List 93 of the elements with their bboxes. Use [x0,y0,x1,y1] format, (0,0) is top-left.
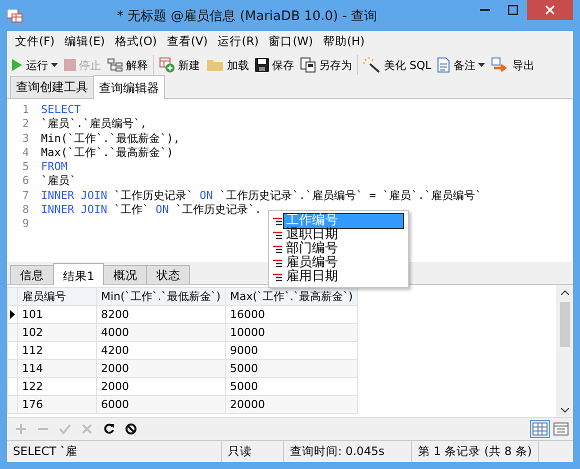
table-cell: 114 [18,360,96,378]
status-text: 第 1 条记录 (共 8 条) [412,441,539,462]
export-icon [491,57,510,73]
sql-keyword: ON [200,188,213,204]
no-entry-icon[interactable] [125,423,137,435]
scroll-down-icon[interactable] [560,408,568,412]
minimize-icon [480,9,490,11]
scrollbar[interactable] [556,285,573,417]
field-icon [273,244,282,254]
line-number: 7 [21,188,29,204]
table-cell: 5000 [226,360,358,378]
refresh-icon[interactable] [103,423,115,435]
toolbar-button[interactable]: 解释 [105,56,150,74]
sql-text: `雇员`.`雇员编号`, [41,117,147,132]
maximize-icon [508,5,518,15]
menu-item[interactable]: 运行(R) [214,34,263,52]
magic-wand-icon [363,57,381,73]
result-tab[interactable]: 信息 [10,265,54,284]
editor-tab[interactable]: 查询创建工具 [10,76,94,98]
form-view-button[interactable] [551,420,571,438]
menu-item[interactable]: 窗口(W) [264,34,318,52]
sql-text: Max(`工作`.`最高薪金`) [41,146,174,160]
menu-item[interactable]: 查看(V) [162,34,212,52]
field-icon [273,258,282,268]
result-tab[interactable]: 结果1 [53,263,104,285]
scrollbar-thumb[interactable] [560,302,570,347]
sql-keyword: FROM [41,160,68,174]
line-number: 6 [21,174,29,189]
table-cell: 2000 [96,360,226,378]
table-cell: 4000 [96,324,226,342]
sql-keyword: INNER JOIN [41,188,108,204]
scroll-up-icon[interactable] [560,290,568,294]
save-icon [255,58,269,72]
toolbar-button[interactable]: 加载 [204,56,251,74]
sql-keyword: ON [156,203,169,218]
result-tab[interactable]: 概况 [103,265,148,284]
table-cell: 10000 [226,324,358,342]
status-text: 只读 [222,441,284,462]
sql-text: `工作` [114,203,150,218]
sql-text: `雇员` [41,174,76,189]
status-text: 查询时间: 0.045s [284,441,412,462]
line-number: 9 [21,217,29,232]
menu-item[interactable]: 文件(F) [11,34,59,52]
editor-tab[interactable]: 查询编辑器 [93,75,165,99]
toolbar-button[interactable]: 新建 [157,55,202,75]
caret-icon[interactable] [51,63,58,67]
table-cell: 20000 [226,396,358,414]
folder-icon [206,58,224,72]
line-number: 1 [21,103,29,118]
new-table-icon [159,57,175,73]
table-cell: 176 [18,396,96,414]
column-header[interactable]: Max(`工作`.`最高薪金`) [226,288,358,306]
tree-icon [107,58,123,72]
field-icon [273,216,282,226]
document-icon [437,57,450,73]
window-title: * 无标题 @雇员信息 (MariaDB 10.0) - 查询 [116,8,378,24]
table-cell: 102 [18,324,96,342]
save-as-icon [300,57,316,73]
close-button[interactable] [527,0,573,20]
line-number: 4 [21,146,29,160]
menu-item[interactable]: 格式(O) [110,34,161,52]
field-icon [273,272,282,282]
toolbar-button[interactable]: 另存为 [298,55,354,75]
toolbar-button[interactable]: 运行 [9,56,60,74]
sql-keyword: SELECT [41,103,81,118]
sql-text: `工作历史记录`.`雇员编号` = `雇员`.`雇员编号` [220,188,482,204]
sql-keyword: INNER JOIN [41,203,108,218]
sql-text: `工作历史记录` [114,188,194,204]
line-number: 3 [21,132,29,146]
line-number: 8 [21,203,29,218]
caret-icon[interactable] [478,63,486,67]
stop-icon [64,59,76,71]
result-tab[interactable]: 状态 [146,265,190,284]
grid-view-button[interactable] [530,420,550,438]
toolbar-button[interactable]: 备注 [435,55,488,75]
toolbar-button[interactable]: 美化 SQL [361,55,434,75]
close-icon [545,5,555,15]
menu-item[interactable]: 编辑(E) [60,34,109,52]
autocomplete-item[interactable]: 雇用日期 [283,269,404,285]
column-header[interactable]: Min(`工作`.`最低薪金`) [96,288,226,306]
column-header[interactable]: 雇员编号 [18,288,96,306]
line-number: 2 [21,117,29,132]
toolbar-button[interactable]: 保存 [253,56,296,74]
toolbar-button[interactable]: 导出 [489,55,536,75]
menu-item[interactable]: 帮助(H) [319,34,369,52]
sql-text: `工作历史记录`. [176,203,262,218]
line-number: 5 [21,160,29,174]
field-icon [273,230,282,240]
status-text: SELECT `雇 [7,441,222,462]
app-icon [7,8,23,22]
sql-text: Min(`工作`.`最低薪金`), [41,132,180,146]
play-icon [11,59,23,71]
table-cell: 6000 [96,396,226,414]
